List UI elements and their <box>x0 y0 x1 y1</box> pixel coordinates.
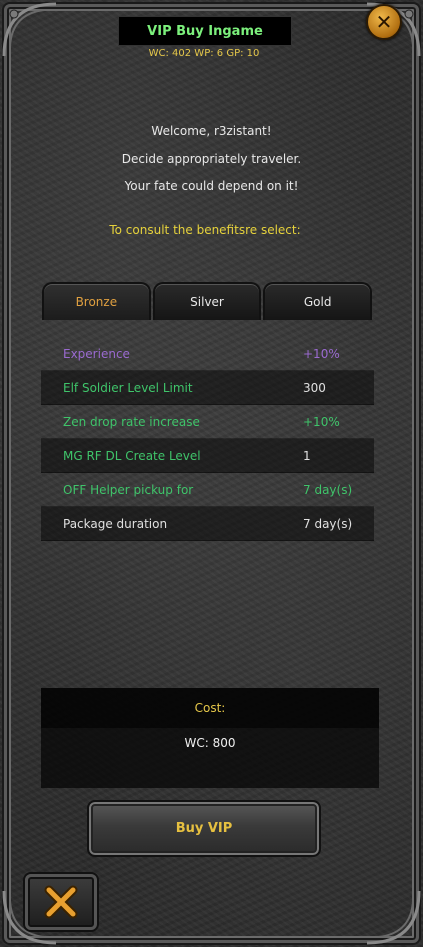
welcome-text: Welcome, r3zistant! <box>151 124 272 138</box>
benefit-value: +10% <box>303 346 340 361</box>
benefit-row: Package duration 7 day(s) <box>41 507 374 541</box>
benefit-row: Elf Soldier Level Limit 300 <box>41 371 374 405</box>
decide-text: Decide appropriately traveler. <box>121 152 302 166</box>
benefit-label: Zen drop rate increase <box>63 414 200 429</box>
close-x-icon: ✕ <box>375 10 393 34</box>
corner-ornament <box>366 890 421 945</box>
tab-bronze[interactable]: Bronze <box>42 282 151 320</box>
benefit-value: 7 day(s) <box>303 482 353 497</box>
close-bottom-button[interactable] <box>25 874 97 930</box>
cost-panel: Cost: WC: 800 <box>41 688 379 788</box>
benefit-label: MG RF DL Create Level <box>63 448 201 463</box>
benefit-row: OFF Helper pickup for 7 day(s) <box>41 473 374 507</box>
benefit-label: OFF Helper pickup for <box>63 482 194 497</box>
benefit-label: Experience <box>63 346 130 361</box>
buy-vip-button[interactable]: Buy VIP <box>87 800 321 857</box>
vip-window: VIP Buy Ingame WC: 402 WP: 6 GP: 10 ✕ We… <box>0 0 423 947</box>
title-bar: VIP Buy Ingame <box>118 16 292 46</box>
benefit-value: +10% <box>303 414 340 429</box>
benefit-row: Zen drop rate increase +10% <box>41 405 374 439</box>
tab-gold[interactable]: Gold <box>263 282 373 320</box>
benefits-list: Experience +10% Elf Soldier Level Limit … <box>41 337 374 541</box>
benefit-value: 1 <box>303 448 311 463</box>
benefit-value: 7 day(s) <box>303 516 353 531</box>
cost-value: WC: 800 <box>184 736 236 750</box>
window-title: VIP Buy Ingame <box>147 23 263 39</box>
fate-text: Your fate could depend on it! <box>124 179 299 193</box>
close-x-icon <box>44 885 78 919</box>
benefit-value: 300 <box>303 380 326 395</box>
tier-tabs: Bronze Silver Gold <box>42 282 373 320</box>
tab-silver[interactable]: Silver <box>152 282 262 320</box>
benefit-label: Package duration <box>63 516 168 531</box>
corner-ornament <box>2 2 57 57</box>
close-button[interactable]: ✕ <box>366 4 402 40</box>
cost-label: Cost: <box>41 688 379 728</box>
currency-balance: WC: 402 WP: 6 GP: 10 <box>148 48 260 59</box>
benefit-row: Experience +10% <box>41 337 374 371</box>
consult-text: To consult the benefitsre select: <box>109 223 301 237</box>
benefit-row: MG RF DL Create Level 1 <box>41 439 374 473</box>
benefit-label: Elf Soldier Level Limit <box>63 380 193 395</box>
